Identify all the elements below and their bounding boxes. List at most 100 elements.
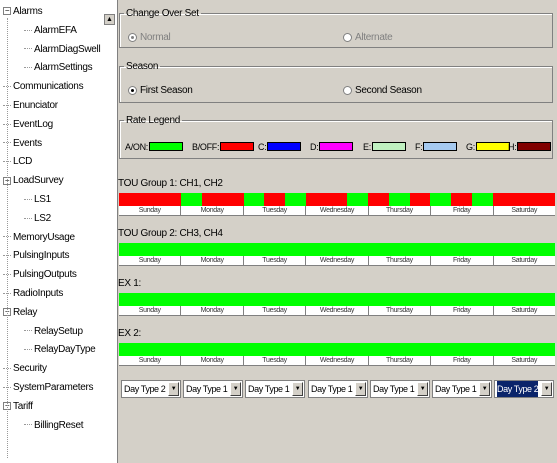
rate-segment[interactable] xyxy=(222,293,244,306)
dropdown-arrow-icon[interactable]: ▼ xyxy=(168,382,179,396)
rate-segment[interactable] xyxy=(305,193,327,206)
tree-item[interactable]: − LoadSurvey xyxy=(3,173,64,188)
rate-segment[interactable] xyxy=(305,243,327,256)
day-type-select[interactable]: Day Type 2 ▼ xyxy=(121,380,181,398)
rate-segment[interactable] xyxy=(534,343,556,356)
second-season-radio[interactable]: Second Season xyxy=(343,85,422,96)
rate-segment[interactable] xyxy=(243,293,265,306)
tree-item[interactable]: RelayDayType xyxy=(24,342,96,357)
rate-segment[interactable] xyxy=(222,343,244,356)
rate-segment[interactable] xyxy=(492,243,514,256)
rate-segment[interactable] xyxy=(139,343,161,356)
rate-segment[interactable] xyxy=(181,243,203,256)
rate-segment[interactable] xyxy=(285,193,306,206)
tree-item[interactable]: BillingReset xyxy=(24,418,84,433)
rate-segment[interactable] xyxy=(368,343,389,356)
day-type-select[interactable]: Day Type 2 ▼ xyxy=(494,380,554,398)
rate-segment[interactable] xyxy=(264,193,286,206)
scroll-up-arrow-icon[interactable]: ▲ xyxy=(104,14,115,25)
rate-segment[interactable] xyxy=(368,293,389,306)
tou-rate-bar[interactable] xyxy=(119,343,556,356)
tree-item[interactable]: LS2 xyxy=(24,211,51,226)
rate-segment[interactable] xyxy=(451,193,473,206)
rate-segment[interactable] xyxy=(160,343,182,356)
rate-segment[interactable] xyxy=(264,343,286,356)
tree-item[interactable]: Security xyxy=(3,361,47,376)
rate-segment[interactable] xyxy=(492,343,514,356)
rate-segment[interactable] xyxy=(243,343,265,356)
rate-segment[interactable] xyxy=(326,193,348,206)
changeover-normal-radio[interactable]: Normal xyxy=(128,32,171,43)
rate-segment[interactable] xyxy=(181,193,203,206)
day-type-select[interactable]: Day Type 1 ▼ xyxy=(308,380,368,398)
rate-segment[interactable] xyxy=(264,293,286,306)
rate-segment[interactable] xyxy=(492,193,514,206)
rate-segment[interactable] xyxy=(202,243,223,256)
rate-segment[interactable] xyxy=(451,243,473,256)
rate-segment[interactable] xyxy=(368,193,389,206)
rate-segment[interactable] xyxy=(513,293,535,306)
rate-segment[interactable] xyxy=(326,343,348,356)
rate-segment[interactable] xyxy=(119,293,140,306)
tou-rate-bar[interactable] xyxy=(119,193,556,206)
rate-segment[interactable] xyxy=(139,193,161,206)
tree-item[interactable]: AlarmSettings xyxy=(24,60,93,75)
day-type-select[interactable]: Day Type 1 ▼ xyxy=(245,380,305,398)
dropdown-arrow-icon[interactable]: ▼ xyxy=(417,382,428,396)
rate-segment[interactable] xyxy=(472,343,493,356)
tree-item[interactable]: AlarmDiagSwell xyxy=(24,42,101,57)
dropdown-arrow-icon[interactable]: ▼ xyxy=(355,382,366,396)
rate-segment[interactable] xyxy=(513,343,535,356)
rate-segment[interactable] xyxy=(409,243,431,256)
rate-segment[interactable] xyxy=(409,343,431,356)
changeover-alternate-radio[interactable]: Alternate xyxy=(343,32,393,43)
tree-item[interactable]: RelaySetup xyxy=(24,324,83,339)
dropdown-arrow-icon[interactable]: ▼ xyxy=(230,382,241,396)
rate-segment[interactable] xyxy=(388,243,410,256)
collapse-icon[interactable]: − xyxy=(3,7,11,16)
tou-rate-bar[interactable] xyxy=(119,243,556,256)
day-type-select[interactable]: Day Type 1 ▼ xyxy=(370,380,430,398)
rate-segment[interactable] xyxy=(139,243,161,256)
tree-item[interactable]: LS1 xyxy=(24,192,51,207)
rate-segment[interactable] xyxy=(472,243,493,256)
tree-item[interactable]: Enunciator xyxy=(3,98,58,113)
rate-segment[interactable] xyxy=(326,243,348,256)
rate-segment[interactable] xyxy=(347,293,369,306)
rate-segment[interactable] xyxy=(534,243,556,256)
rate-segment[interactable] xyxy=(285,343,306,356)
rate-segment[interactable] xyxy=(451,343,473,356)
rate-segment[interactable] xyxy=(285,243,306,256)
day-type-select[interactable]: Day Type 1 ▼ xyxy=(183,380,243,398)
rate-segment[interactable] xyxy=(119,193,140,206)
rate-segment[interactable] xyxy=(347,243,369,256)
tree-item[interactable]: PulsingOutputs xyxy=(3,267,77,282)
tou-rate-bar[interactable] xyxy=(119,293,556,306)
tree-item[interactable]: PulsingInputs xyxy=(3,248,69,263)
tree-item[interactable]: MemoryUsage xyxy=(3,230,75,245)
rate-segment[interactable] xyxy=(451,293,473,306)
rate-segment[interactable] xyxy=(202,293,223,306)
rate-segment[interactable] xyxy=(368,243,389,256)
dropdown-arrow-icon[interactable]: ▼ xyxy=(541,382,552,396)
rate-segment[interactable] xyxy=(160,293,182,306)
tree-item[interactable]: − Alarms xyxy=(3,4,43,19)
rate-segment[interactable] xyxy=(388,343,410,356)
rate-segment[interactable] xyxy=(388,293,410,306)
tree-item[interactable]: − Relay xyxy=(3,305,37,320)
rate-segment[interactable] xyxy=(202,343,223,356)
rate-segment[interactable] xyxy=(534,293,556,306)
rate-segment[interactable] xyxy=(492,293,514,306)
rate-segment[interactable] xyxy=(513,193,535,206)
rate-segment[interactable] xyxy=(285,293,306,306)
tree-item[interactable]: Events xyxy=(3,136,42,151)
rate-segment[interactable] xyxy=(347,193,369,206)
rate-segment[interactable] xyxy=(430,193,452,206)
rate-segment[interactable] xyxy=(243,243,265,256)
rate-segment[interactable] xyxy=(534,193,556,206)
rate-segment[interactable] xyxy=(222,243,244,256)
rate-segment[interactable] xyxy=(409,293,431,306)
tree-item[interactable]: RadioInputs xyxy=(3,286,63,301)
rate-segment[interactable] xyxy=(202,193,223,206)
rate-segment[interactable] xyxy=(181,343,203,356)
